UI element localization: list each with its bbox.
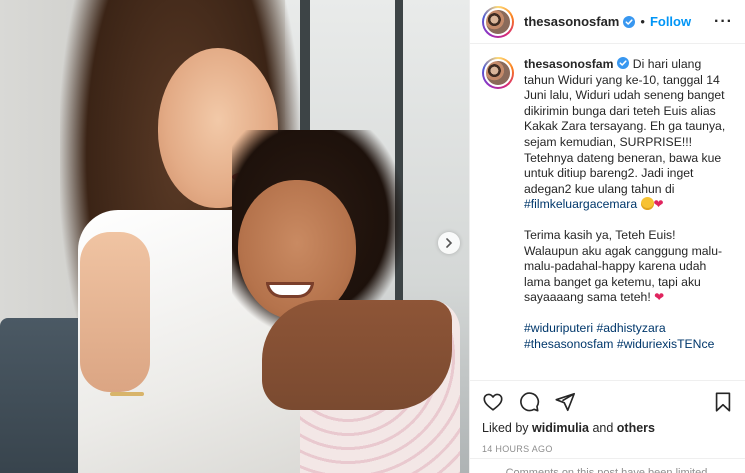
woman-hand bbox=[80, 232, 150, 392]
avatar-image bbox=[484, 7, 512, 36]
likes-summary: Liked by widimulia and others bbox=[482, 421, 734, 435]
girl-face bbox=[238, 180, 356, 320]
share-icon bbox=[555, 392, 575, 412]
girl-arm bbox=[262, 300, 452, 410]
avatar[interactable] bbox=[482, 5, 514, 38]
caption-hashtags: #widuriputeri #adhistyzara #thesasonosfa… bbox=[524, 321, 732, 352]
save-button[interactable] bbox=[712, 391, 734, 413]
hashtag-link[interactable]: #thesasonosfam bbox=[524, 337, 613, 351]
red-heart-emoji-icon: ❤ bbox=[653, 197, 664, 212]
comment-icon bbox=[520, 392, 540, 412]
caption: thesasonosfam Di hari ulang tahun Widuri… bbox=[482, 57, 739, 377]
caption-text: thesasonosfam Di hari ulang tahun Widuri… bbox=[524, 57, 732, 377]
post-header: thesasonosfam • Follow ··· bbox=[470, 0, 745, 44]
post-timestamp[interactable]: 14 HOURS AGO bbox=[482, 444, 734, 454]
hashtag-link[interactable]: #adhistyzara bbox=[597, 321, 666, 335]
red-heart-emoji-icon: ❤ bbox=[654, 290, 665, 305]
follow-button[interactable]: Follow bbox=[650, 14, 691, 29]
verified-badge-icon bbox=[623, 15, 636, 28]
more-options-icon[interactable]: ··· bbox=[714, 13, 733, 31]
next-image-button[interactable] bbox=[438, 232, 460, 254]
caption-avatar[interactable] bbox=[482, 57, 514, 89]
avatar-image bbox=[484, 59, 512, 87]
hashtag-link[interactable]: #widuriputeri bbox=[524, 321, 593, 335]
separator-dot: • bbox=[640, 14, 645, 29]
verified-badge-icon bbox=[617, 57, 630, 69]
post-photo[interactable] bbox=[0, 0, 469, 473]
caption-paragraph-1: thesasonosfam Di hari ulang tahun Widuri… bbox=[524, 57, 732, 213]
post-side-panel: thesasonosfam • Follow ··· thesasonosfam… bbox=[469, 0, 745, 473]
hashtag-link[interactable]: #widuriexisTENce bbox=[617, 337, 715, 351]
caption-username-link[interactable]: thesasonosfam bbox=[524, 57, 613, 71]
likes-middle: and bbox=[588, 421, 617, 435]
action-bar bbox=[482, 387, 734, 417]
comment-button[interactable] bbox=[518, 391, 540, 413]
bookmark-icon bbox=[715, 392, 731, 412]
caption-paragraph-2: Terima kasih ya, Teteh Euis! Walaupun ak… bbox=[524, 228, 732, 306]
bracelet bbox=[110, 392, 144, 396]
likes-others-link[interactable]: others bbox=[617, 421, 655, 435]
caption-body: Di hari ulang tahun Widuri yang ke-10, t… bbox=[524, 57, 726, 196]
likes-prefix: Liked by bbox=[482, 421, 533, 435]
share-button[interactable] bbox=[554, 391, 576, 413]
heart-icon bbox=[483, 393, 503, 411]
like-button[interactable] bbox=[482, 391, 504, 413]
hashtag-link[interactable]: #filmkeluargacemara bbox=[524, 197, 637, 211]
comments-limited-notice: Comments on this post have been limited. bbox=[470, 458, 745, 473]
caption-body-2: Terima kasih ya, Teteh Euis! Walaupun ak… bbox=[524, 227, 723, 305]
username-link[interactable]: thesasonosfam bbox=[524, 14, 619, 29]
smiling-face-emoji-icon bbox=[640, 197, 654, 211]
chevron-right-icon bbox=[446, 238, 453, 248]
liker-username-link[interactable]: widimulia bbox=[532, 421, 589, 435]
post-actions: Liked by widimulia and others 14 HOURS A… bbox=[470, 380, 745, 454]
